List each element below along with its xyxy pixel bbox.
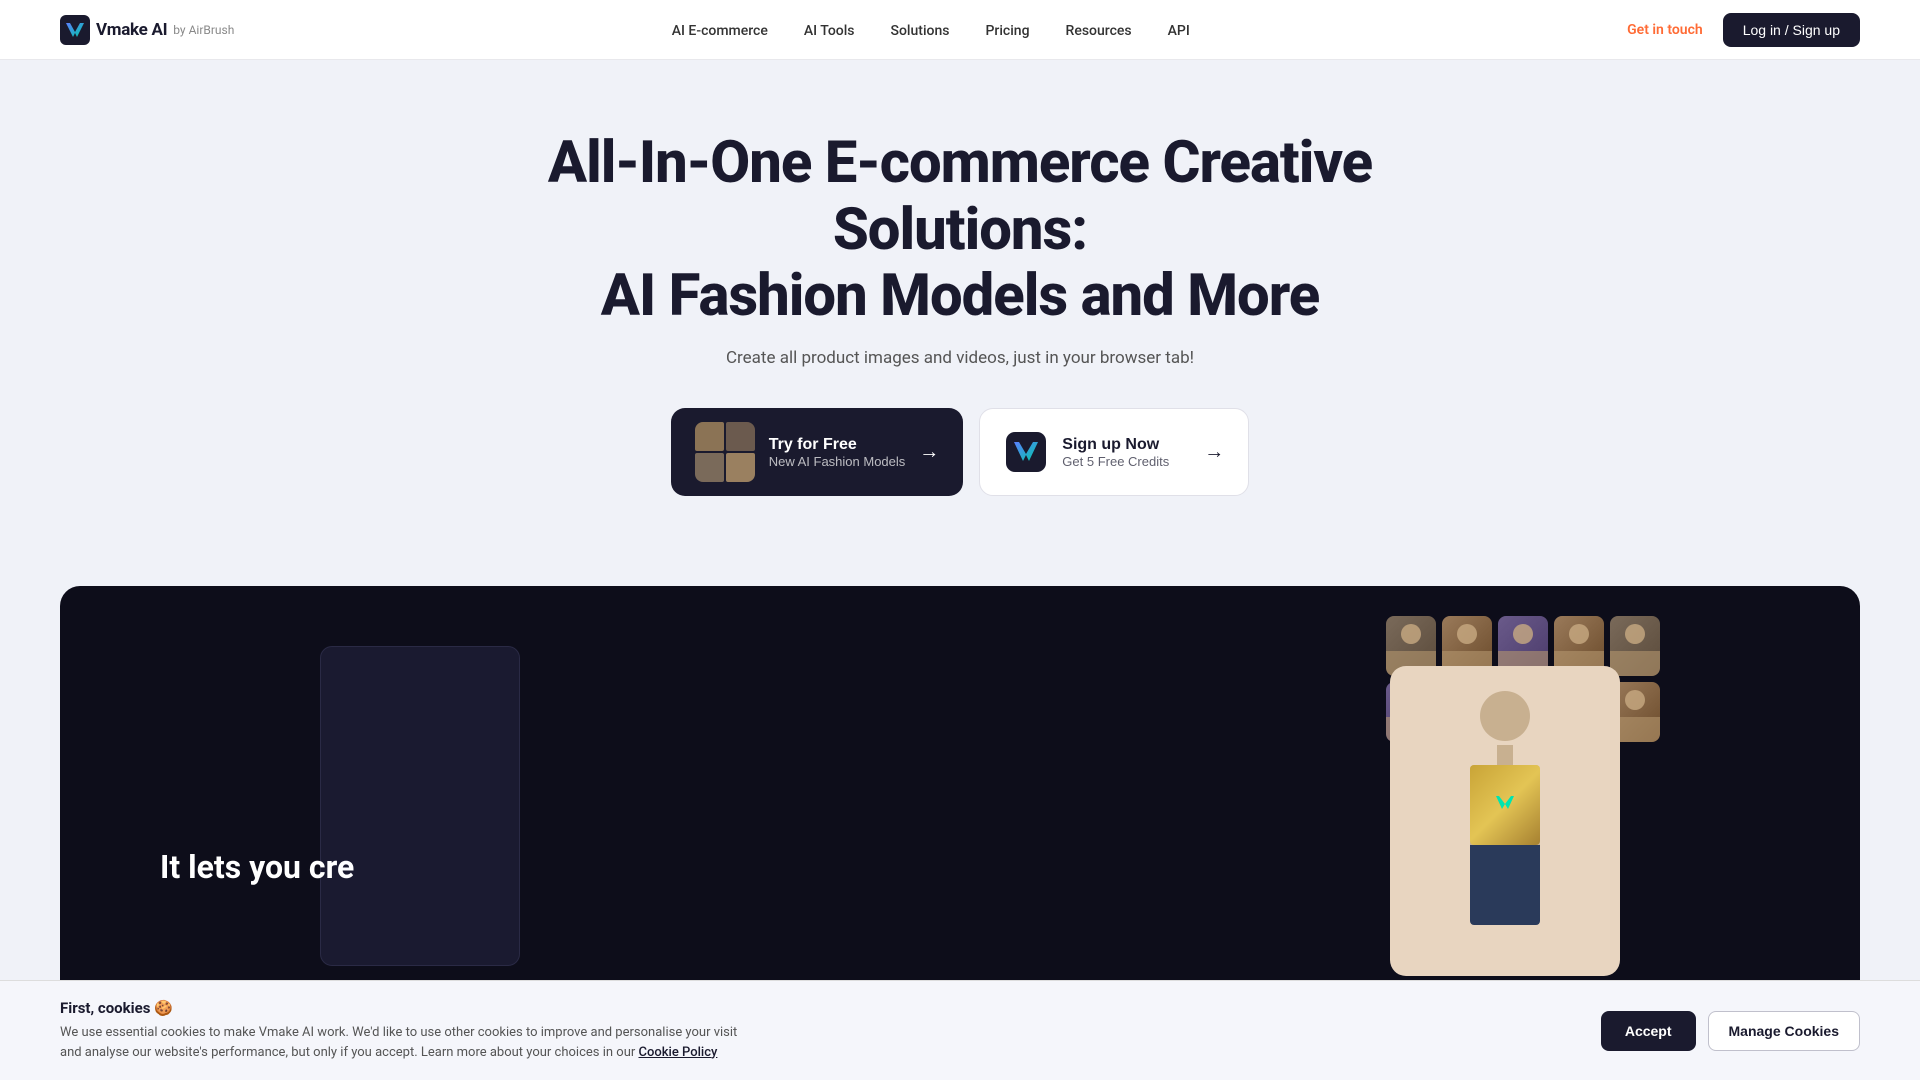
cookie-content: First, cookies 🍪 We use essential cookie…: [60, 999, 760, 1062]
mannequin-jeans: [1470, 845, 1540, 925]
try-free-text: Try for Free New AI Fashion Models: [769, 436, 906, 469]
accept-cookies-button[interactable]: Accept: [1601, 1011, 1696, 1051]
cta-logo: [1004, 430, 1048, 474]
nav-links: AI E-commerce AI Tools Solutions Pricing…: [672, 20, 1190, 39]
cta-models-preview: [695, 422, 755, 482]
floating-card: [320, 646, 520, 966]
get-in-touch-button[interactable]: Get in touch: [1627, 22, 1703, 38]
sign-up-arrow: →: [1204, 441, 1224, 464]
model-cell-2: [726, 422, 755, 451]
mannequin-neck: [1497, 745, 1513, 765]
sign-up-text: Sign up Now Get 5 Free Credits: [1062, 436, 1169, 469]
hero-subtitle: Create all product images and videos, ju…: [20, 348, 1900, 368]
logo-icon: [60, 15, 90, 45]
model-cell-4: [726, 453, 755, 482]
brand-by: by AirBrush: [173, 23, 234, 37]
navbar-actions: Get in touch Log in / Sign up: [1627, 13, 1860, 47]
mannequin-card: [1390, 666, 1620, 976]
nav-item-pricing[interactable]: Pricing: [985, 20, 1029, 39]
mannequin-figure: [1445, 691, 1565, 951]
navbar-brand: Vmake AI by AirBrush: [60, 15, 234, 45]
sign-up-button[interactable]: Sign up Now Get 5 Free Credits →: [979, 408, 1249, 496]
nav-item-resources[interactable]: Resources: [1066, 20, 1132, 39]
vmake-v-on-mannequin: [1493, 791, 1517, 819]
cookie-description: We use essential cookies to make Vmake A…: [60, 1023, 760, 1062]
model-cell-3: [695, 453, 724, 482]
vmake-logo-icon: [1006, 432, 1046, 472]
nav-item-api[interactable]: API: [1168, 20, 1190, 39]
mannequin-torso: [1470, 765, 1540, 845]
hero-title-line1: All-In-One E-commerce Creative Solutions…: [548, 129, 1372, 264]
sign-up-sub: Get 5 Free Credits: [1062, 454, 1169, 469]
cookie-banner: First, cookies 🍪 We use essential cookie…: [0, 980, 1920, 1080]
nav-item-ai-ecommerce[interactable]: AI E-commerce: [672, 20, 768, 39]
mannequin-head: [1480, 691, 1530, 741]
nav-item-solutions[interactable]: Solutions: [891, 20, 950, 39]
cookie-policy-link[interactable]: Cookie Policy: [639, 1045, 718, 1060]
manage-cookies-button[interactable]: Manage Cookies: [1708, 1011, 1860, 1051]
login-signup-button[interactable]: Log in / Sign up: [1723, 13, 1860, 47]
try-for-free-button[interactable]: Try for Free New AI Fashion Models →: [671, 408, 964, 496]
logo[interactable]: Vmake AI by AirBrush: [60, 15, 234, 45]
navbar: Vmake AI by AirBrush AI E-commerce AI To…: [0, 0, 1920, 60]
cookie-title: First, cookies 🍪: [60, 999, 760, 1017]
brand-name: Vmake AI: [96, 20, 167, 40]
cookie-desc-text: We use essential cookies to make Vmake A…: [60, 1025, 737, 1060]
model-avatar-5: [1610, 616, 1660, 676]
try-free-title: Try for Free: [769, 436, 906, 454]
hero-title: All-In-One E-commerce Creative Solutions…: [510, 130, 1410, 330]
demo-partial-text: It lets you cre: [160, 848, 354, 886]
sign-up-title: Sign up Now: [1062, 436, 1169, 454]
try-free-arrow: →: [919, 441, 939, 464]
nav-item-ai-tools[interactable]: AI Tools: [804, 20, 855, 39]
models-grid: [695, 422, 755, 482]
demo-text-overlay: It lets you cre: [160, 848, 354, 886]
cookie-buttons: Accept Manage Cookies: [1601, 1011, 1860, 1051]
demo-section: It lets you cre: [60, 586, 1860, 1006]
model-cell-1: [695, 422, 724, 451]
cta-row: Try for Free New AI Fashion Models →: [20, 408, 1900, 496]
hero-title-line2: AI Fashion Models and More: [601, 262, 1320, 330]
hero-section: All-In-One E-commerce Creative Solutions…: [0, 60, 1920, 586]
try-free-sub: New AI Fashion Models: [769, 454, 906, 469]
